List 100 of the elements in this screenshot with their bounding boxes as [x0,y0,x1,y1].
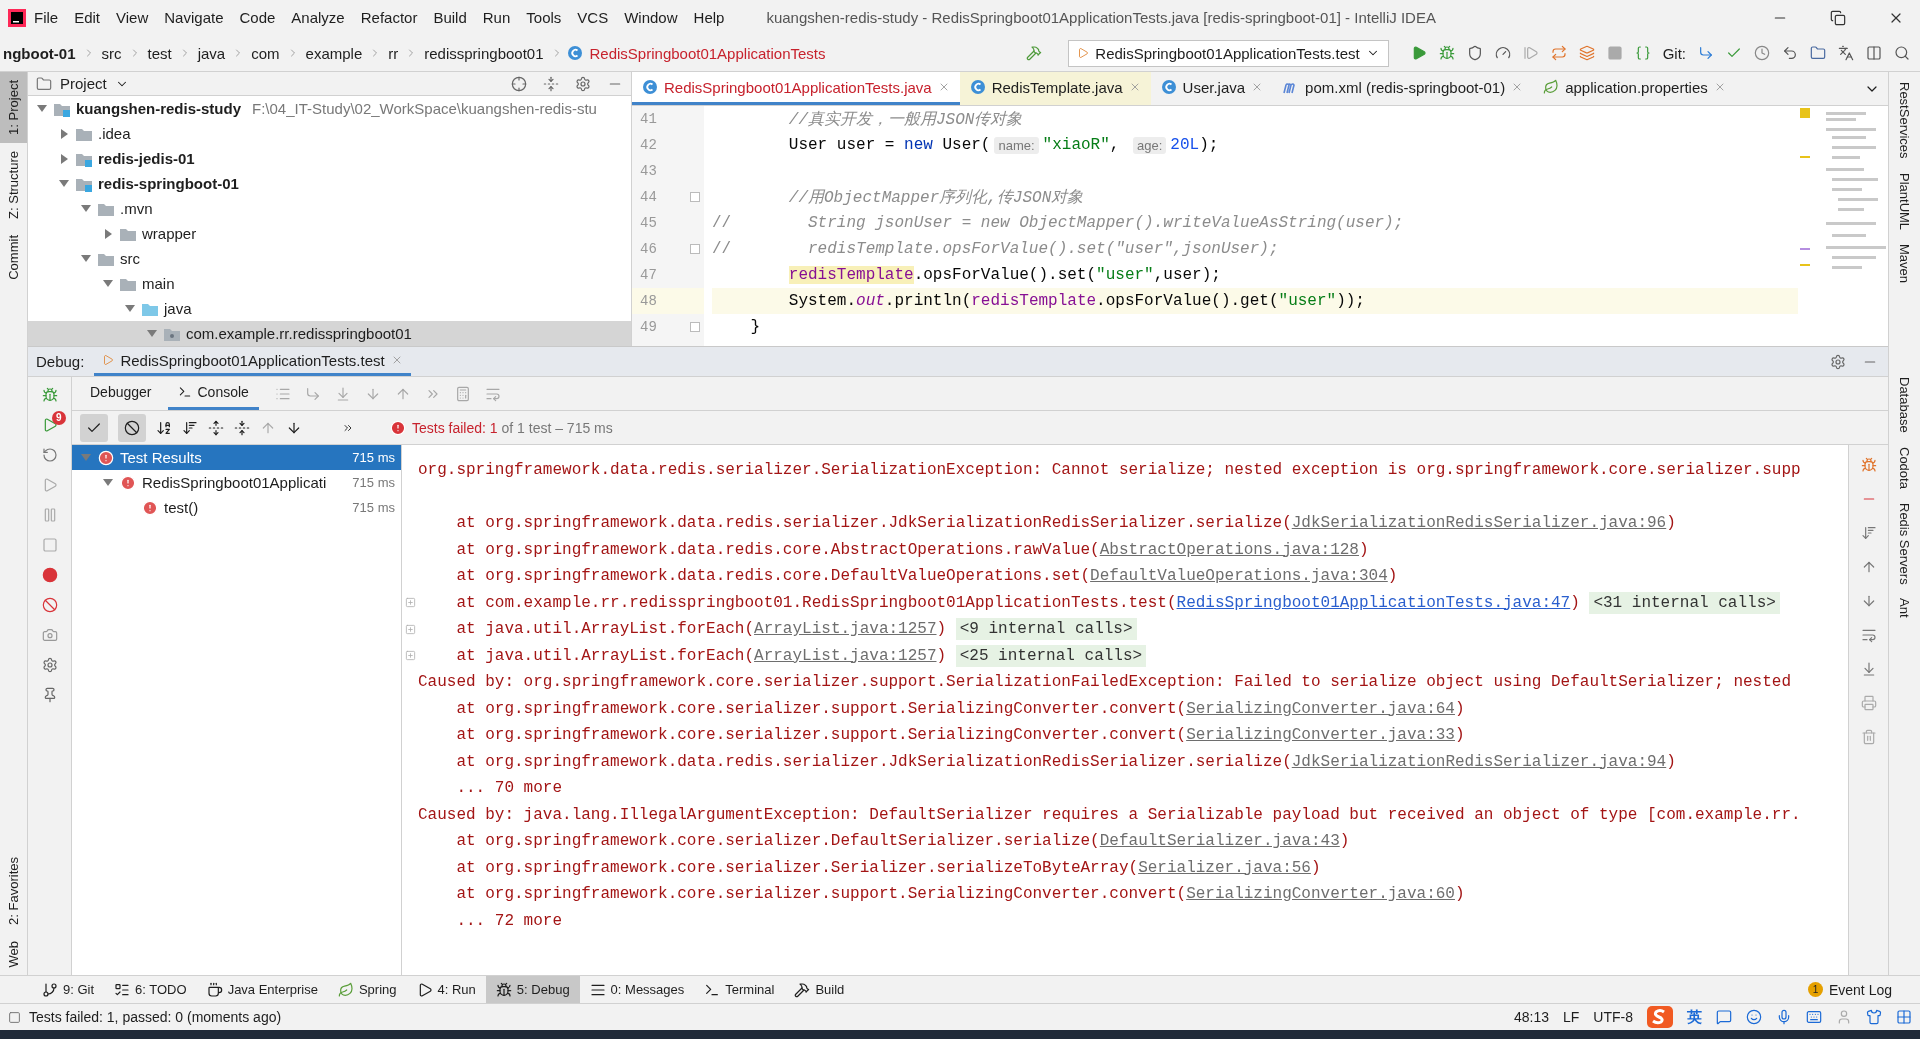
tool-window-tab[interactable]: 2: Favorites [0,848,27,933]
sort-icon[interactable] [1860,525,1877,541]
tool-window-button[interactable]: 5: Debug [485,976,580,1003]
caret-position[interactable]: 48:13 [1513,1009,1549,1025]
leaf-icon[interactable] [1543,79,1560,95]
shirt-icon[interactable] [1866,1009,1882,1025]
run-config-dropdown[interactable]: RedisSpringboot01ApplicationTests.test [1068,39,1389,67]
filter-toggle[interactable] [118,413,146,442]
tool-window-button[interactable]: Terminal [694,976,785,1003]
tool-window-tab[interactable]: Codota [1897,446,1912,489]
breadcrumb[interactable]: RedisSpringboot01ApplicationTests [586,44,829,62]
rollback-icon[interactable] [1782,45,1798,61]
editor-tab[interactable]: application.properties [1533,72,1736,105]
error-icon[interactable] [98,449,114,466]
breadcrumb[interactable]: java [194,44,229,62]
breadcrumb[interactable]: rr [385,44,402,62]
tool-window-tab[interactable]: Z: Structure [0,142,27,227]
tree-item[interactable]: .idea [98,125,131,142]
source-link[interactable]: ArrayList.java:1257 [754,620,937,639]
menu-item[interactable]: Code [231,9,284,26]
debug-session-tab[interactable]: RedisSpringboot01ApplicationTests.test [94,347,411,376]
layout-icon[interactable] [1866,45,1882,61]
fold-marker-icon[interactable] [690,244,700,254]
error-icon[interactable] [390,419,406,436]
layers-icon[interactable] [1578,45,1595,61]
translate-icon[interactable] [1838,45,1854,61]
leaf-icon[interactable] [337,981,354,998]
expand-arrow-icon[interactable] [102,227,114,240]
tool-window-tab[interactable]: RestServices [1897,82,1912,159]
tool-window-button[interactable]: 0: Messages [579,976,695,1003]
tool-window-tab[interactable]: Ant [1897,598,1912,618]
test-tree-row[interactable]: test() 715 ms [72,495,401,520]
source-link[interactable]: AbstractOperations.java:128 [1099,540,1359,559]
settings-icon[interactable] [575,75,591,92]
internal-calls-link[interactable]: <31 internal calls> [1589,591,1780,614]
file-encoding[interactable]: UTF-8 [1593,1009,1633,1025]
internal-calls-link[interactable]: <9 internal calls> [955,618,1137,641]
history-icon[interactable] [1754,45,1770,61]
debug-icon[interactable] [1438,45,1455,61]
source-link[interactable]: DefaultValueOperations.java:304 [1090,567,1388,586]
tree-item[interactable]: wrapper [142,225,197,242]
menu-item[interactable]: View [108,9,157,26]
event-log-button[interactable]: Event Log [1828,981,1892,998]
menu-item[interactable]: Edit [66,9,109,26]
line-separator[interactable]: LF [1563,1009,1580,1025]
breakpoints-icon[interactable] [41,567,58,583]
keyboard-icon[interactable] [1806,1009,1822,1025]
breadcrumb[interactable]: redisspringboot01 [421,44,547,62]
error-icon[interactable] [142,499,158,516]
source-link[interactable]: RedisSpringboot01ApplicationTests.java:47 [1176,593,1571,612]
expand-arrow-icon[interactable] [58,152,70,165]
sort-duration-icon[interactable] [182,419,198,436]
status-icon[interactable] [8,1010,21,1024]
folder-icon[interactable] [36,75,52,92]
editor-tab[interactable]: User.java [1150,72,1274,105]
tree-item[interactable]: redis-springboot-01 [98,175,239,192]
editor-tab[interactable]: RedisTemplate.java [959,72,1151,105]
debug-tab[interactable]: Debugger [80,377,162,410]
fold-marker-icon[interactable] [690,322,700,332]
source-link[interactable]: ArrayList.java:1257 [754,646,937,665]
editor-tab[interactable]: pom.xml (redis-springboot-01) [1273,72,1534,105]
wrap-icon[interactable] [1860,627,1877,643]
tree-item[interactable]: src [120,250,140,267]
print-icon[interactable] [1860,695,1877,711]
punctuation-icon[interactable] [1716,1009,1732,1025]
microphone-icon[interactable] [1776,1009,1792,1025]
test-tree-row[interactable]: RedisSpringboot01Applicati 715 ms [72,470,401,495]
source-link[interactable]: DefaultSerializer.java:43 [1099,832,1340,851]
menu-item[interactable]: Refactor [352,9,426,26]
menu-item[interactable]: Navigate [156,9,232,26]
source-link[interactable]: SerializingConverter.java:64 [1186,699,1455,718]
ban-icon[interactable] [124,419,140,436]
breadcrumb[interactable]: com [248,44,283,62]
evaluate-icon[interactable] [454,385,471,402]
settings-icon[interactable] [1830,353,1846,370]
source-link[interactable]: SerializingConverter.java:60 [1186,885,1455,904]
tree-item[interactable]: java [164,300,192,317]
search-icon[interactable] [1894,45,1910,61]
tool-window-button[interactable]: 6: TODO [104,976,197,1003]
braces-icon[interactable] [1634,45,1651,61]
list-icon[interactable] [114,981,131,998]
tool-window-button[interactable]: Spring [327,976,407,1003]
tree-item[interactable]: kuangshen-redis-study [76,100,242,117]
tool-window-tab[interactable]: Database [1897,377,1912,433]
expand-icon[interactable] [404,597,416,609]
bug-icon[interactable] [495,981,512,998]
hammer-icon[interactable] [794,981,811,998]
tool-window-button[interactable]: 9: Git [32,976,105,1003]
tool-window-button[interactable]: Build [784,976,855,1003]
input-language[interactable]: 英 [1687,1007,1702,1027]
menu-item[interactable]: Help [685,9,733,26]
settings-icon[interactable] [41,657,58,673]
expand-arrow-icon[interactable] [58,127,70,140]
tool-window-button[interactable]: Java Enterprise [196,976,328,1003]
locate-icon[interactable] [511,75,527,92]
menu-item[interactable]: Window [616,9,686,26]
emoji-icon[interactable] [1746,1009,1762,1025]
debug-tab[interactable]: Console [167,377,259,410]
tool-window-tab[interactable]: Maven [1897,243,1912,283]
panel-title[interactable]: Project [60,75,107,92]
